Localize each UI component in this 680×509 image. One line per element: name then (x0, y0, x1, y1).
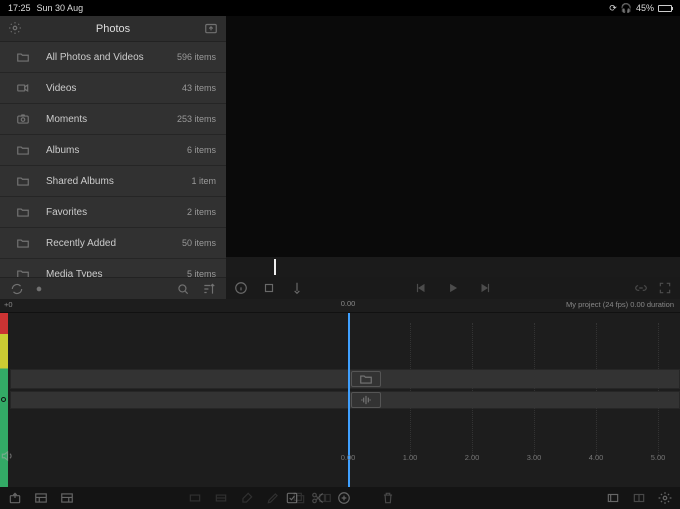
battery-percent: 45% (636, 3, 654, 13)
marker-icon[interactable] (290, 281, 304, 295)
audio-well-icon[interactable] (351, 392, 381, 408)
link-icon[interactable] (634, 281, 648, 295)
layout-a-icon[interactable] (34, 491, 48, 505)
timeline-start-label: 0.00 (341, 299, 356, 308)
folder-icon (10, 267, 36, 277)
sort-icon[interactable] (202, 282, 216, 296)
timeline-offset-label: +0 (4, 300, 13, 309)
video-icon (10, 81, 36, 95)
preview-panel (226, 16, 680, 299)
sidebar-footer (0, 277, 226, 299)
sidebar-item-recently-added[interactable]: Recently Added 50 items (0, 228, 226, 259)
preview-playhead[interactable] (274, 259, 276, 275)
orientation-lock-icon: ⟳ (609, 3, 617, 14)
folder-icon (10, 143, 36, 157)
folder-icon (359, 372, 373, 386)
media-sidebar: Photos All Photos and Videos 596 items V… (0, 16, 226, 299)
waveform-icon (359, 393, 373, 407)
timeline-body[interactable]: 0.00 1.00 2.00 3.00 4.00 5.00 (0, 313, 680, 487)
pencil-icon[interactable] (266, 491, 280, 505)
folder-icon (10, 50, 36, 64)
sidebar-item-favorites[interactable]: Favorites 2 items (0, 197, 226, 228)
folder-icon (10, 236, 36, 250)
battery-icon (658, 5, 672, 12)
next-frame-icon[interactable] (478, 281, 492, 295)
sidebar-item-count: 596 items (177, 52, 216, 62)
view-b-icon[interactable] (632, 491, 646, 505)
status-time: 17:25 (8, 3, 31, 13)
folder-icon (10, 205, 36, 219)
sidebar-header: Photos (0, 16, 226, 42)
gear-icon[interactable] (658, 491, 672, 505)
sidebar-item-count: 1 item (191, 176, 216, 186)
sidebar-item-label: Albums (36, 145, 187, 156)
add-icon[interactable] (337, 491, 351, 505)
video-track[interactable] (10, 369, 680, 389)
sidebar-item-label: Moments (36, 114, 177, 125)
preview-controls (226, 277, 680, 299)
sidebar-item-label: Shared Albums (36, 176, 191, 187)
sidebar-item-label: Recently Added (36, 238, 182, 249)
timeline-ruler-head[interactable]: +0 0.00 My project (24 fps) 0.00 duratio… (0, 299, 680, 313)
brush-icon[interactable] (240, 491, 254, 505)
sidebar-item-all-photos[interactable]: All Photos and Videos 596 items (0, 42, 226, 73)
preview-strip[interactable] (226, 257, 680, 277)
scissors-icon[interactable] (311, 491, 325, 505)
sidebar-item-count: 253 items (177, 114, 216, 124)
layout-b-icon[interactable] (60, 491, 74, 505)
headphones-icon: 🎧 (621, 3, 632, 14)
view-a-icon[interactable] (606, 491, 620, 505)
crop-icon[interactable] (262, 281, 276, 295)
sidebar-item-label: All Photos and Videos (36, 52, 177, 63)
sidebar-item-moments[interactable]: Moments 253 items (0, 104, 226, 135)
status-bar: 17:25 Sun 30 Aug ⟳ 🎧 45% (0, 0, 680, 16)
status-date: Sun 30 Aug (37, 3, 84, 13)
speaker-icon[interactable] (0, 449, 14, 463)
play-icon[interactable] (446, 281, 460, 295)
prev-frame-icon[interactable] (414, 281, 428, 295)
export-icon[interactable] (8, 491, 22, 505)
sidebar-item-videos[interactable]: Videos 43 items (0, 73, 226, 104)
sidebar-item-label: Videos (36, 83, 182, 94)
sidebar-item-count: 6 items (187, 145, 216, 155)
sidebar-title: Photos (96, 23, 130, 35)
ruler-tick: 0.00 (341, 453, 356, 462)
timeline-ruler[interactable]: 0.00 1.00 2.00 3.00 4.00 5.00 (10, 453, 680, 467)
sidebar-item-count: 5 items (187, 269, 216, 277)
sidebar-item-shared-albums[interactable]: Shared Albums 1 item (0, 166, 226, 197)
rect-tool-icon[interactable] (188, 491, 202, 505)
folder-icon (10, 174, 36, 188)
audio-track[interactable] (10, 391, 680, 409)
info-icon[interactable] (234, 281, 248, 295)
sidebar-item-label: Favorites (36, 207, 187, 218)
sidebar-item-label: Media Types (36, 269, 187, 278)
checkbox-icon[interactable] (285, 491, 299, 505)
project-info: My project (24 fps) 0.00 duration (566, 300, 674, 309)
preview-canvas[interactable] (226, 16, 680, 257)
timeline-panel: +0 0.00 My project (24 fps) 0.00 duratio… (0, 299, 680, 509)
sidebar-item-count: 43 items (182, 83, 216, 93)
sidebar-item-count: 2 items (187, 207, 216, 217)
sidebar-list: All Photos and Videos 596 items Videos 4… (0, 42, 226, 277)
import-icon[interactable] (204, 21, 218, 35)
fullscreen-icon[interactable] (658, 281, 672, 295)
clip-well-icon[interactable] (351, 371, 381, 387)
sidebar-item-count: 50 items (182, 238, 216, 248)
record-icon[interactable] (32, 282, 46, 296)
sidebar-item-albums[interactable]: Albums 6 items (0, 135, 226, 166)
sidebar-item-media-types[interactable]: Media Types 5 items (0, 259, 226, 277)
rect2-tool-icon[interactable] (214, 491, 228, 505)
settings-icon[interactable] (8, 21, 22, 35)
trash-icon[interactable] (381, 491, 395, 505)
camera-icon (10, 112, 36, 126)
timeline-toolbar (0, 487, 680, 509)
refresh-icon[interactable] (10, 282, 24, 296)
search-icon[interactable] (176, 282, 190, 296)
